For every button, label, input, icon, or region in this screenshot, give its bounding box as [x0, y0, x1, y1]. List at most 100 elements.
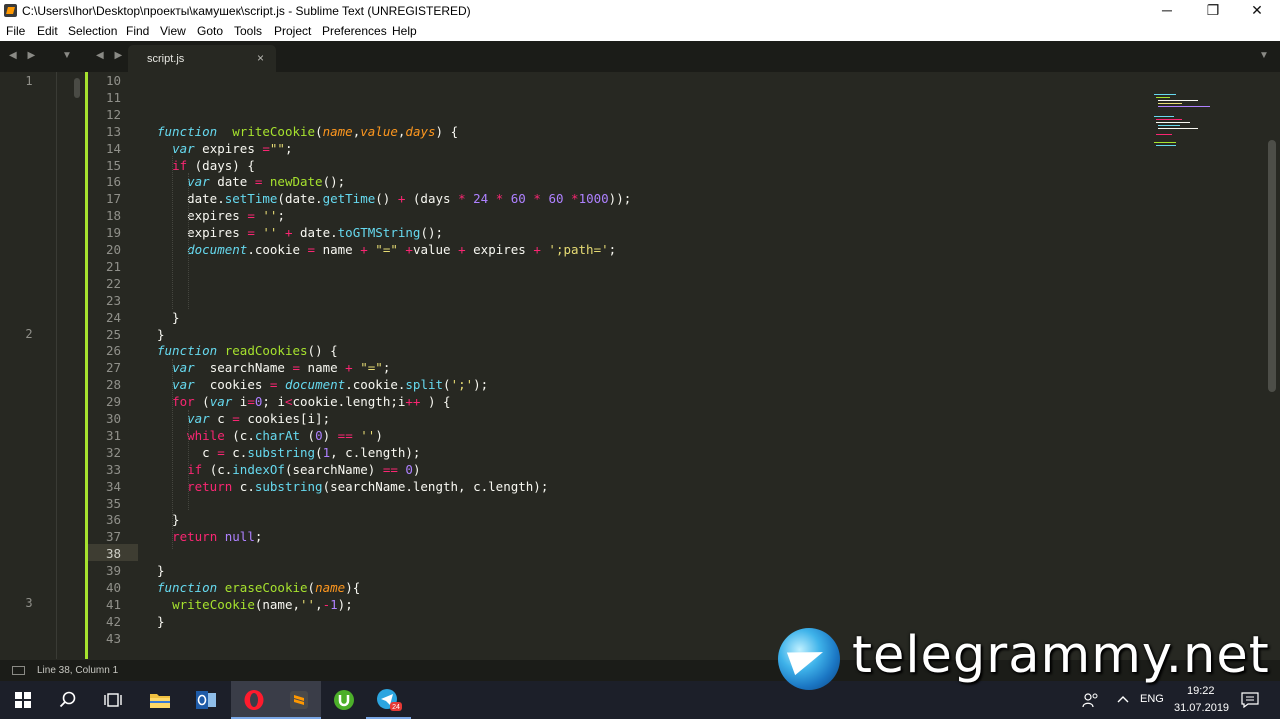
code-token: ) {: [435, 123, 459, 139]
line-number: 17: [105, 191, 121, 207]
code-line[interactable]: return c.substring(searchName.length, c.…: [157, 478, 548, 495]
bookmark-1[interactable]: 1: [22, 74, 36, 88]
utorrent-icon[interactable]: [321, 681, 366, 719]
menu-view[interactable]: View: [160, 24, 186, 38]
opera-icon[interactable]: [231, 681, 276, 719]
code-line[interactable]: while (c.charAt (0) == ''): [157, 427, 383, 444]
line-number: 33: [105, 461, 121, 477]
code-token: (days) {: [187, 157, 255, 173]
people-icon[interactable]: [1082, 692, 1100, 708]
code-token: days: [405, 123, 436, 139]
code-line[interactable]: document.cookie = name + "=" +value + ex…: [157, 241, 616, 258]
code-token: ==: [382, 461, 398, 477]
outlook-icon[interactable]: [183, 681, 228, 719]
code-token: ();: [420, 225, 444, 241]
tray-chevron-up-icon[interactable]: [1117, 695, 1129, 703]
code-token: document: [284, 377, 346, 393]
menu-edit[interactable]: Edit: [37, 24, 58, 38]
code-token: '': [262, 208, 278, 224]
menu-find[interactable]: Find: [126, 24, 149, 38]
line-number: 12: [105, 106, 121, 122]
code-token: var: [187, 174, 210, 190]
code-line[interactable]: var date = newDate();: [157, 173, 345, 190]
sublime-text-icon[interactable]: [276, 681, 321, 719]
sidebar-dropdown-icon[interactable]: ▼: [62, 50, 72, 61]
code-line[interactable]: }: [157, 562, 165, 579]
code-token: =: [307, 242, 316, 257]
line-number: 26: [105, 343, 121, 359]
minimize-button[interactable]: ─: [1144, 0, 1190, 22]
notifications-icon[interactable]: [1241, 692, 1259, 708]
line-number: 31: [105, 427, 121, 443]
task-view-icon[interactable]: [90, 681, 135, 719]
bookmark-3[interactable]: 3: [22, 596, 36, 610]
vertical-scrollbar[interactable]: [1268, 140, 1276, 392]
code-line[interactable]: function writeCookie(name,value,days) {: [157, 123, 458, 140]
menu-tools[interactable]: Tools: [234, 24, 262, 38]
code-token: "=": [375, 242, 398, 257]
code-line[interactable]: expires = '' + date.toGTMString();: [157, 224, 443, 241]
telegram-icon[interactable]: 24: [366, 681, 411, 719]
menu-file[interactable]: File: [6, 24, 25, 38]
code-line[interactable]: function readCookies() {: [157, 342, 338, 359]
tab-close-icon[interactable]: ×: [257, 51, 264, 65]
code-line[interactable]: expires = '';: [157, 207, 285, 224]
code-token: );: [337, 596, 353, 612]
sidebar-nav-arrows-icon[interactable]: ◀ ▶: [9, 50, 39, 61]
code-token: while: [187, 427, 225, 443]
code-line[interactable]: }: [157, 613, 165, 630]
menu-goto[interactable]: Goto: [197, 24, 223, 38]
code-token: }: [157, 512, 180, 528]
line-number: 25: [105, 326, 121, 342]
code-token: c: [209, 411, 233, 426]
tab-nav-arrows-icon[interactable]: ◀ ▶: [96, 50, 126, 61]
code-token: ++: [405, 394, 421, 410]
code-token: name: [315, 242, 361, 257]
search-icon[interactable]: [45, 681, 90, 719]
code-line[interactable]: var cookies = document.cookie.split(';')…: [157, 376, 488, 393]
line-number: 40: [105, 580, 121, 595]
code-line[interactable]: function eraseCookie(name){: [157, 579, 360, 596]
bookmark-2[interactable]: 2: [22, 327, 36, 341]
left-scroll-thumb[interactable]: [74, 78, 80, 98]
code-token: ): [322, 427, 338, 443]
input-language[interactable]: ENG: [1140, 693, 1164, 705]
tray-date[interactable]: 31.07.2019: [1174, 702, 1229, 714]
code-line[interactable]: if (c.indexOf(searchName) == 0): [157, 461, 420, 478]
cursor-position: Line 38, Column 1: [37, 665, 119, 676]
code-token: ;: [254, 529, 263, 545]
code-line[interactable]: }: [157, 511, 180, 528]
menu-project[interactable]: Project: [274, 24, 311, 38]
code-line[interactable]: var searchName = name + "=";: [157, 359, 390, 376]
maximize-button[interactable]: ❐: [1190, 0, 1236, 22]
tab-script-js[interactable]: script.js ×: [128, 45, 276, 72]
code-line[interactable]: c = c.substring(1, c.length);: [157, 444, 420, 461]
tab-bar: ◀ ▶ ▼ ◀ ▶ script.js × ▼: [0, 41, 1280, 72]
file-explorer-icon[interactable]: [137, 681, 182, 719]
code-token: (: [307, 580, 316, 595]
code-token: , c.length);: [330, 444, 421, 460]
menu-help[interactable]: Help: [392, 24, 417, 38]
code-line[interactable]: date.setTime(date.getTime() + (days * 24…: [157, 190, 631, 207]
code-token: 1000: [578, 191, 609, 207]
windows-start-icon[interactable]: [0, 681, 45, 719]
menu-selection[interactable]: Selection: [68, 24, 117, 38]
code-line[interactable]: }: [157, 309, 180, 326]
code-line[interactable]: var expires ="";: [157, 140, 292, 157]
close-button[interactable]: ✕: [1234, 0, 1280, 22]
menu-preferences[interactable]: Preferences: [322, 24, 387, 38]
code-line[interactable]: writeCookie(name,'',-1);: [157, 596, 353, 613]
minimap[interactable]: [1150, 92, 1220, 152]
code-line[interactable]: var c = cookies[i];: [157, 410, 330, 427]
tab-list-dropdown-icon[interactable]: ▼: [1259, 50, 1269, 61]
code-token: expires: [194, 140, 263, 156]
code-line[interactable]: for (var i=0; i<cookie.length;i++ ) {: [157, 393, 451, 410]
code-token: +: [345, 360, 353, 376]
code-token: =: [217, 444, 225, 460]
code-token: "=": [360, 360, 383, 376]
code-line[interactable]: }: [157, 326, 165, 343]
panel-toggle-icon[interactable]: [12, 666, 25, 675]
